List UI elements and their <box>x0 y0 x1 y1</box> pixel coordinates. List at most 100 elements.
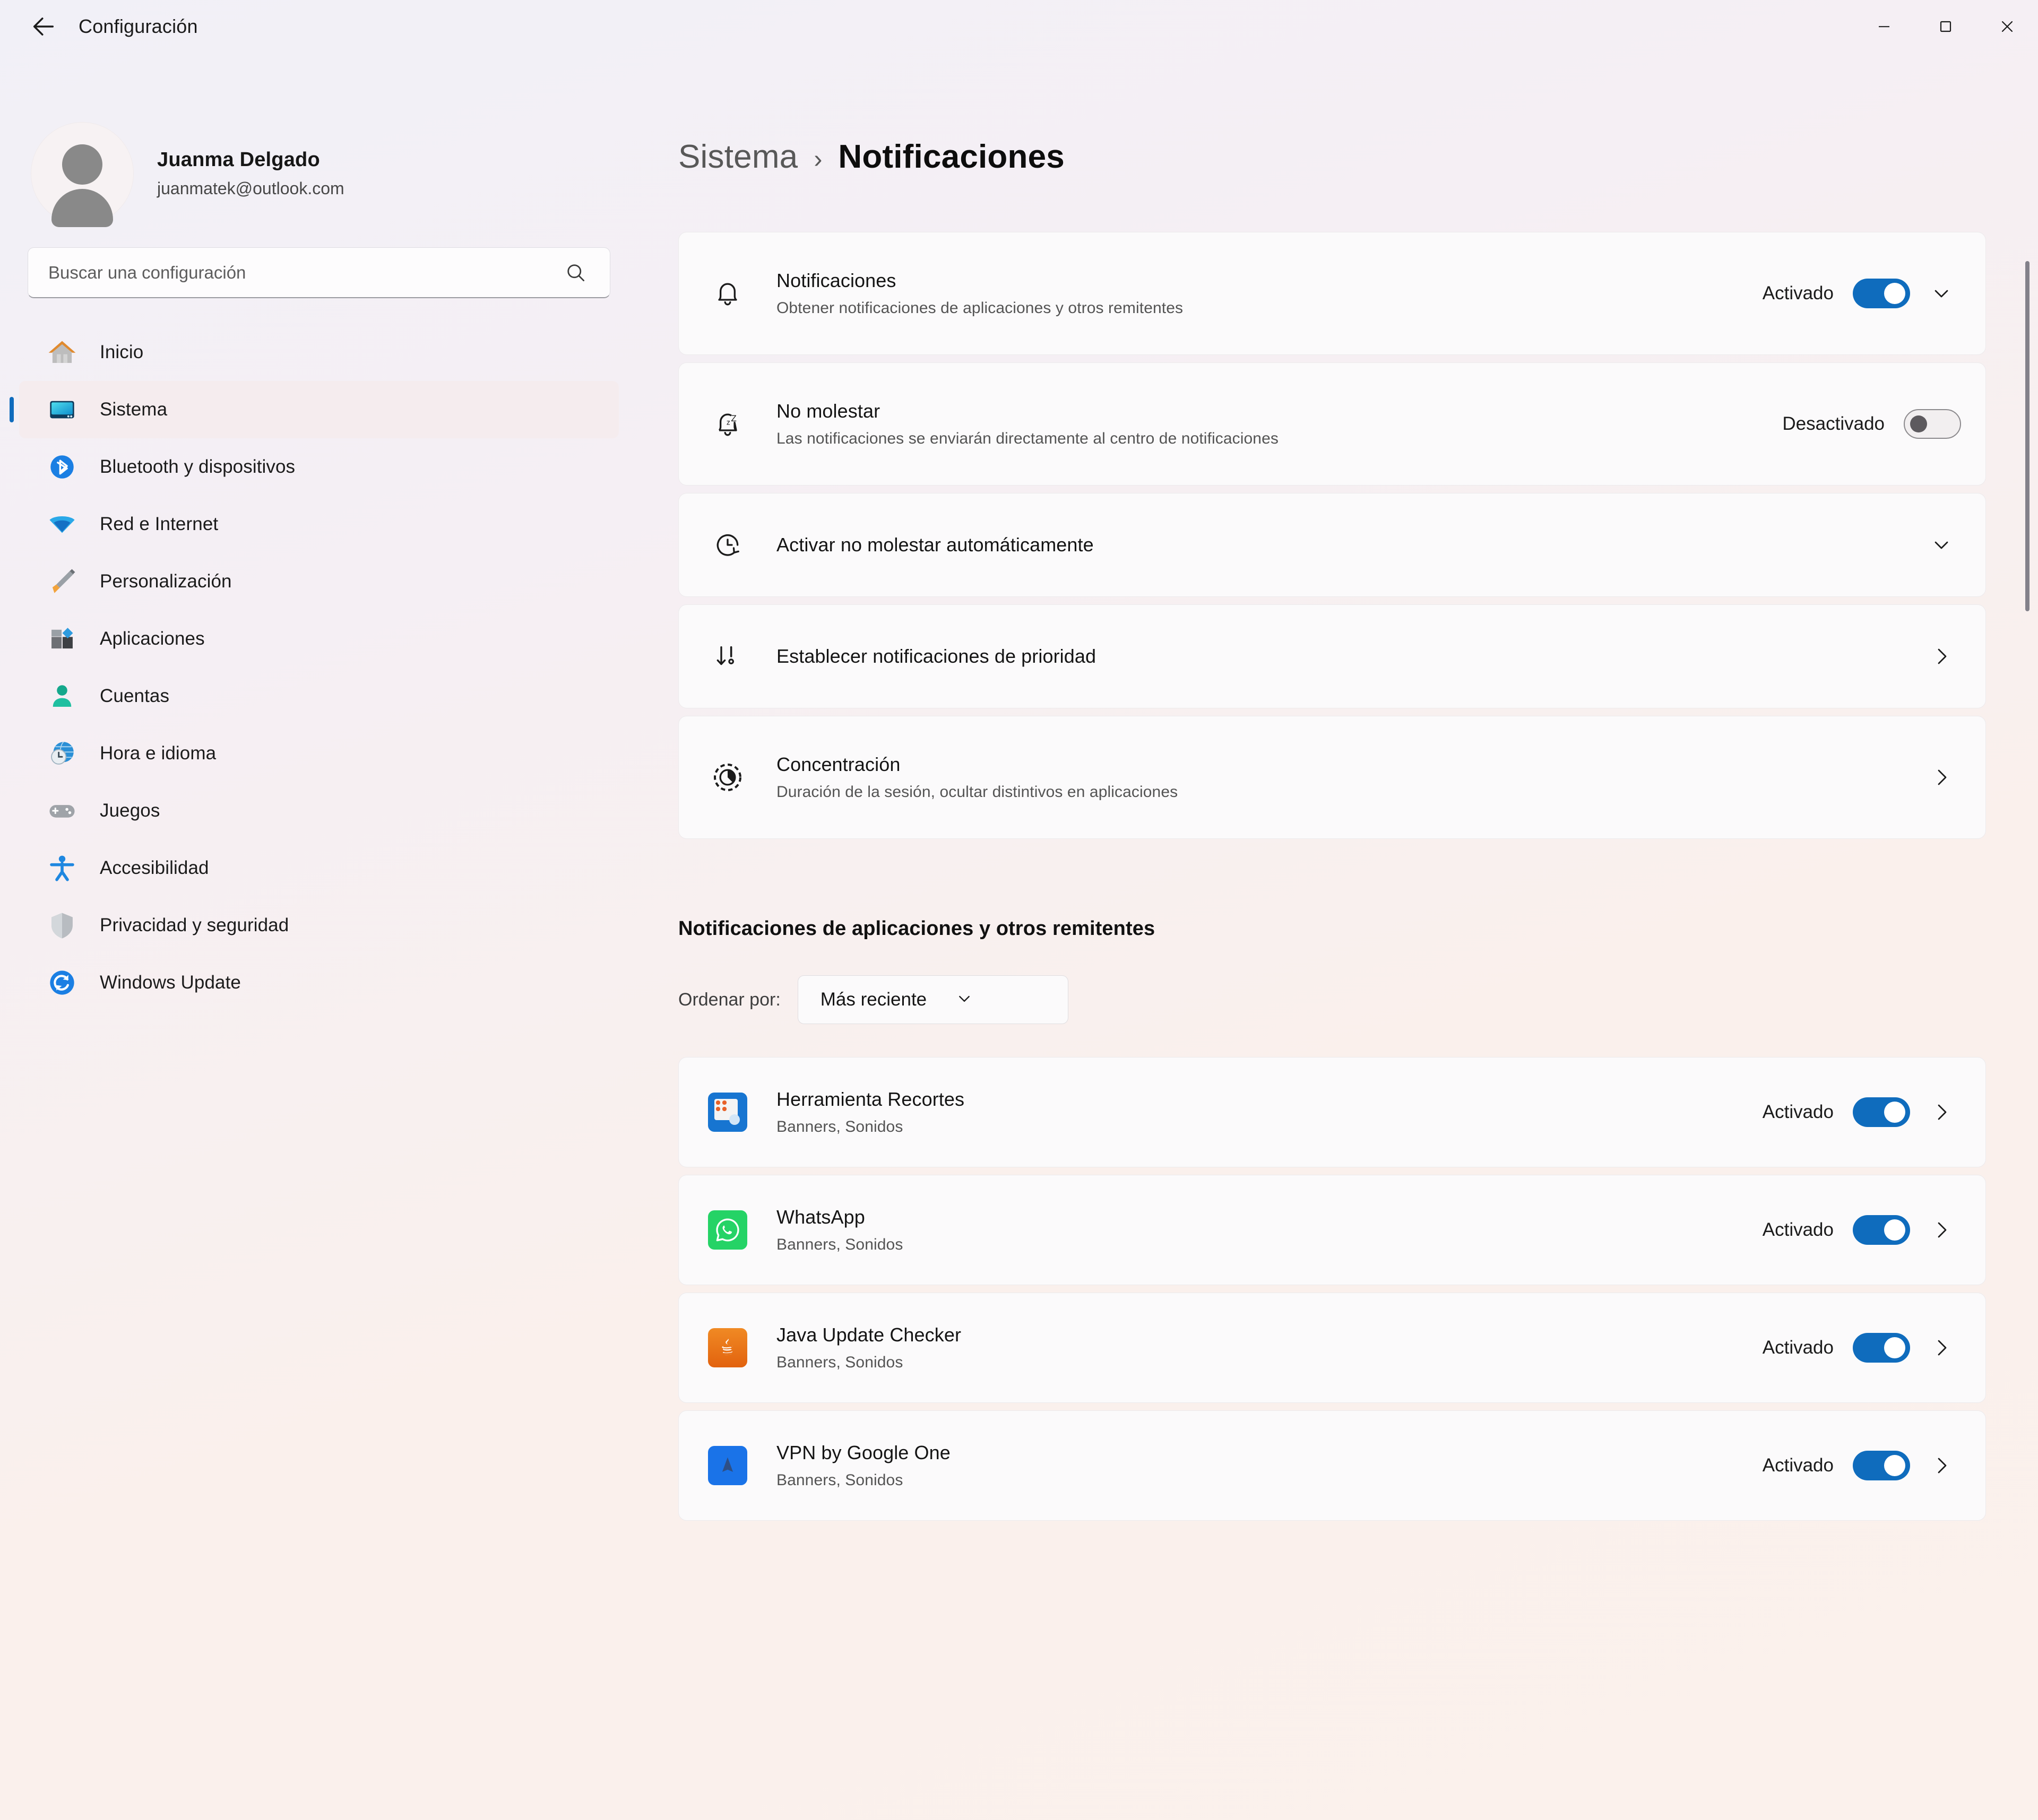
app-row-vpn-by-google-one[interactable]: VPN by Google One Banners, Sonidos Activ… <box>678 1410 1986 1521</box>
svg-text:z: z <box>727 418 730 427</box>
chevron-down-icon <box>954 989 974 1011</box>
chevron-right-icon[interactable] <box>1922 644 1961 669</box>
app-row-java-update-checker[interactable]: Java Update Checker Banners, Sonidos Act… <box>678 1293 1986 1403</box>
sidebar-item-windows-update[interactable]: Windows Update <box>19 954 619 1011</box>
scrollbar-thumb[interactable] <box>2025 261 2030 611</box>
sidebar-item-label: Windows Update <box>100 972 241 993</box>
status-label: Activado <box>1762 1455 1834 1476</box>
person-icon <box>46 680 79 713</box>
no-molestar-toggle[interactable] <box>1904 409 1961 439</box>
sidebar-item-red-internet[interactable]: Red e Internet <box>19 496 619 553</box>
sidebar-item-label: Aplicaciones <box>100 628 205 649</box>
settings-card-list: Notificaciones Obtener notificaciones de… <box>678 232 1986 839</box>
sort-select[interactable]: Más reciente <box>797 975 1068 1024</box>
sidebar-item-juegos[interactable]: Juegos <box>19 782 619 839</box>
app-name: Herramienta Recortes <box>776 1088 965 1110</box>
setting-row-no-molestar[interactable]: z Z No molestar Las notificaciones se en… <box>678 362 1986 486</box>
priority-arrow-icon <box>704 639 751 673</box>
status-label: Activado <box>1762 1219 1834 1240</box>
breadcrumb-parent[interactable]: Sistema <box>678 138 798 176</box>
app-row-herramienta-recortes[interactable]: Herramienta Recortes Banners, Sonidos Ac… <box>678 1057 1986 1167</box>
sidebar-item-privacidad-seguridad[interactable]: Privacidad y seguridad <box>19 897 619 954</box>
apps-icon <box>46 622 79 655</box>
sidebar-item-label: Inicio <box>100 342 144 362</box>
avatar <box>31 122 134 227</box>
bluetooth-icon <box>46 450 79 483</box>
avatar-body <box>51 189 113 227</box>
sidebar-item-label: Privacidad y seguridad <box>100 915 289 935</box>
vpn-google-one-icon <box>704 1446 751 1485</box>
sidebar-item-label: Hora e idioma <box>100 743 217 764</box>
app-toggle[interactable] <box>1853 1097 1910 1127</box>
back-arrow-icon <box>33 18 54 36</box>
status-label: Activado <box>1762 283 1834 304</box>
maximize-button[interactable] <box>1915 0 1976 53</box>
apps-section-heading: Notificaciones de aplicaciones y otros r… <box>678 917 1155 940</box>
app-toggle[interactable] <box>1853 1333 1910 1363</box>
clock-globe-icon <box>46 737 79 770</box>
sidebar-item-sistema[interactable]: Sistema <box>10 381 619 438</box>
sidebar-item-accesibilidad[interactable]: Accesibilidad <box>19 839 619 897</box>
chevron-down-icon[interactable] <box>1922 281 1961 306</box>
search-placeholder: Buscar una configuración <box>48 262 246 282</box>
setting-row-notificaciones[interactable]: Notificaciones Obtener notificaciones de… <box>678 232 1986 355</box>
title-bar: Configuración <box>0 0 2038 53</box>
back-button[interactable] <box>16 6 71 47</box>
sidebar-item-personalizacion[interactable]: Personalización <box>19 553 619 610</box>
bell-sleep-icon: z Z <box>704 407 751 441</box>
chevron-right-icon[interactable] <box>1922 1335 1961 1360</box>
setting-row-activar-auto[interactable]: Activar no molestar automáticamente <box>678 493 1986 597</box>
chevron-right-icon[interactable] <box>1922 1453 1961 1478</box>
close-icon <box>2001 21 2013 32</box>
shield-icon <box>46 909 79 942</box>
setting-title: Notificaciones <box>776 270 896 291</box>
bell-icon <box>704 276 751 310</box>
search-input[interactable]: Buscar una configuración <box>28 247 610 298</box>
status-label: Activado <box>1762 1337 1834 1358</box>
app-toggle[interactable] <box>1853 1451 1910 1480</box>
app-title: Configuración <box>79 15 198 37</box>
chevron-right-icon[interactable] <box>1922 1217 1961 1243</box>
main-content: Sistema › Notificaciones Notificaciones … <box>653 53 2038 1820</box>
chevron-down-icon[interactable] <box>1922 532 1961 558</box>
app-notification-list: Herramienta Recortes Banners, Sonidos Ac… <box>678 1057 1986 1521</box>
account-block[interactable]: Juanma Delgado juanmatek@outlook.com <box>31 122 653 227</box>
sidebar-item-label: Cuentas <box>100 686 170 706</box>
sidebar-item-label: Accesibilidad <box>100 857 209 878</box>
focus-icon <box>704 760 751 794</box>
sidebar: Juanma Delgado juanmatek@outlook.com Bus… <box>0 53 653 1820</box>
avatar-head <box>62 144 102 185</box>
app-name: VPN by Google One <box>776 1442 951 1463</box>
sidebar-item-hora-idioma[interactable]: Hora e idioma <box>19 725 619 782</box>
notificaciones-toggle[interactable] <box>1853 279 1910 308</box>
setting-row-concentracion[interactable]: Concentración Duración de la sesión, ocu… <box>678 716 1986 839</box>
sidebar-item-label: Personalización <box>100 571 232 592</box>
update-sync-icon <box>46 966 79 999</box>
sidebar-item-cuentas[interactable]: Cuentas <box>19 668 619 725</box>
sidebar-item-label: Bluetooth y dispositivos <box>100 456 296 477</box>
minimize-button[interactable] <box>1853 0 1915 53</box>
setting-row-prioridad[interactable]: Establecer notificaciones de prioridad <box>678 604 1986 708</box>
close-button[interactable] <box>1976 0 2038 53</box>
sidebar-item-label: Juegos <box>100 800 160 821</box>
setting-title: Establecer notificaciones de prioridad <box>776 645 1096 667</box>
status-label: Desactivado <box>1782 413 1885 434</box>
snipping-tool-icon <box>704 1093 751 1132</box>
app-row-whatsapp[interactable]: WhatsApp Banners, Sonidos Activado <box>678 1175 1986 1285</box>
app-detail: Banners, Sonidos <box>776 1471 903 1489</box>
setting-title: Activar no molestar automáticamente <box>776 534 1094 556</box>
app-name: WhatsApp <box>776 1206 865 1228</box>
account-name: Juanma Delgado <box>157 149 320 171</box>
sidebar-item-inicio[interactable]: Inicio <box>19 324 619 381</box>
chevron-right-icon[interactable] <box>1922 1099 1961 1125</box>
wifi-icon <box>46 508 79 541</box>
app-toggle[interactable] <box>1853 1215 1910 1245</box>
minimize-icon <box>1879 26 1889 28</box>
sort-selected-value: Más reciente <box>820 989 927 1010</box>
home-icon <box>46 336 79 369</box>
chevron-right-icon[interactable] <box>1922 765 1961 790</box>
sort-label: Ordenar por: <box>678 989 781 1010</box>
status-label: Activado <box>1762 1102 1834 1122</box>
sidebar-item-bluetooth[interactable]: Bluetooth y dispositivos <box>19 438 619 496</box>
sidebar-item-aplicaciones[interactable]: Aplicaciones <box>19 610 619 668</box>
